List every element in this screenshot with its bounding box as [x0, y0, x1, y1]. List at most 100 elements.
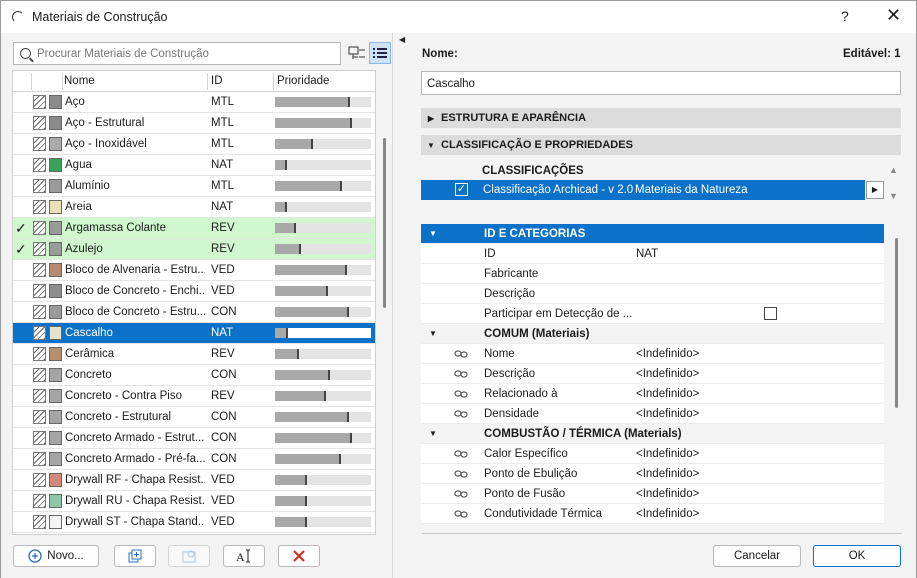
property-value[interactable]: <Indefinido>: [636, 448, 699, 460]
table-header: Nome ID Prioridade: [13, 71, 375, 92]
property-row[interactable]: Ponto de Fusão <Indefinido>: [421, 484, 884, 504]
property-value[interactable]: <Indefinido>: [636, 488, 699, 500]
property-value[interactable]: <Indefinido>: [636, 408, 699, 420]
import-button[interactable]: [168, 545, 210, 567]
tree-view-button[interactable]: [346, 42, 368, 64]
table-row[interactable]: Concreto Armado - Estrut... CON: [13, 428, 375, 449]
property-group-common[interactable]: ▼ COMUM (Materiais): [421, 324, 884, 344]
priority-bar[interactable]: [275, 181, 371, 191]
table-row[interactable]: Drywall RU - Chapa Resist... VED: [13, 491, 375, 512]
table-row[interactable]: ✓ Argamassa Colante REV: [13, 218, 375, 239]
property-row[interactable]: Nome <Indefinido>: [421, 344, 884, 364]
priority-bar[interactable]: [275, 118, 371, 128]
rename-button[interactable]: A: [223, 545, 265, 567]
table-row[interactable]: Drywall ST - Chapa Stand... VED: [13, 512, 375, 533]
priority-bar[interactable]: [275, 517, 371, 527]
priority-bar[interactable]: [275, 412, 371, 422]
properties-scrollbar[interactable]: [895, 238, 898, 408]
classification-picker-button[interactable]: ▶: [866, 181, 884, 199]
property-row[interactable]: ID NAT: [421, 244, 884, 264]
table-row[interactable]: Areia NAT: [13, 197, 375, 218]
property-value[interactable]: <Indefinido>: [636, 468, 699, 480]
property-row[interactable]: Condutividade Térmica <Indefinido>: [421, 504, 884, 524]
priority-bar[interactable]: [275, 160, 371, 170]
help-button[interactable]: ?: [841, 8, 849, 24]
table-row[interactable]: Concreto CON: [13, 365, 375, 386]
material-name: Alumínio: [65, 180, 110, 192]
priority-bar[interactable]: [275, 139, 371, 149]
scroll-down-icon[interactable]: ▼: [889, 191, 898, 201]
priority-bar[interactable]: [275, 433, 371, 443]
table-row[interactable]: Cerâmica REV: [13, 344, 375, 365]
table-row[interactable]: Aço - Inoxidável MTL: [13, 134, 375, 155]
priority-bar[interactable]: [275, 244, 371, 254]
property-value[interactable]: NAT: [636, 248, 658, 260]
search-input[interactable]: [37, 47, 327, 60]
section-classification-properties[interactable]: ▼ CLASSIFICAÇÃO E PROPRIEDADES: [421, 135, 901, 155]
duplicate-button[interactable]: [114, 545, 156, 567]
property-row[interactable]: Participar em Detecção de ...: [421, 304, 884, 324]
priority-bar[interactable]: [275, 496, 371, 506]
section-title: ESTRUTURA E APARÊNCIA: [441, 112, 587, 124]
property-value[interactable]: <Indefinido>: [636, 388, 699, 400]
table-row[interactable]: Aço - Estrutural MTL: [13, 113, 375, 134]
table-row[interactable]: Água NAT: [13, 155, 375, 176]
property-row[interactable]: Descrição: [421, 284, 884, 304]
property-row[interactable]: Densidade <Indefinido>: [421, 404, 884, 424]
table-row[interactable]: Aço MTL: [13, 92, 375, 113]
delete-button[interactable]: [278, 545, 320, 567]
material-name-field[interactable]: Cascalho: [421, 71, 901, 95]
property-row[interactable]: Calor Específico <Indefinido>: [421, 444, 884, 464]
property-value[interactable]: <Indefinido>: [636, 348, 699, 360]
table-row[interactable]: Cascalho NAT: [13, 323, 375, 344]
priority-bar[interactable]: [275, 370, 371, 380]
classification-row[interactable]: ✓ Classificação Archicad - v 2.0 Materia…: [421, 180, 865, 200]
ok-button[interactable]: OK: [813, 545, 901, 567]
collapse-arrow-icon[interactable]: ◀: [399, 35, 405, 44]
table-row[interactable]: Concreto - Estrutural CON: [13, 407, 375, 428]
classification-checkbox[interactable]: ✓: [455, 183, 468, 196]
property-row[interactable]: Fabricante: [421, 264, 884, 284]
property-value[interactable]: <Indefinido>: [636, 508, 699, 520]
priority-bar[interactable]: [275, 97, 371, 107]
column-header-name[interactable]: Nome: [64, 75, 95, 87]
panel-splitter[interactable]: ◀: [392, 33, 406, 578]
priority-bar[interactable]: [275, 202, 371, 212]
search-box[interactable]: [13, 42, 341, 65]
table-row[interactable]: Bloco de Alvenaria - Estru... VED: [13, 260, 375, 281]
cancel-button[interactable]: Cancelar: [713, 545, 801, 567]
table-row[interactable]: Concreto Armado - Pré-fa... CON: [13, 449, 375, 470]
new-material-button[interactable]: Novo...: [13, 545, 99, 567]
table-row[interactable]: Concreto - Contra Piso REV: [13, 386, 375, 407]
column-header-id[interactable]: ID: [211, 75, 223, 87]
property-value[interactable]: <Indefinido>: [636, 368, 699, 380]
list-view-button[interactable]: [369, 42, 391, 64]
table-row[interactable]: Bloco de Concreto - Enchi... VED: [13, 281, 375, 302]
priority-bar[interactable]: [275, 307, 371, 317]
priority-bar[interactable]: [275, 265, 371, 275]
property-group-id[interactable]: ▼ ID E CATEGORIAS: [421, 224, 884, 244]
table-row[interactable]: ✓ Azulejo REV: [13, 239, 375, 260]
list-scrollbar[interactable]: [383, 138, 386, 308]
property-group-thermal[interactable]: ▼ COMBUSTÃO / TÉRMICA (Materials): [421, 424, 884, 444]
column-header-priority[interactable]: Prioridade: [277, 75, 329, 87]
table-row[interactable]: Alumínio MTL: [13, 176, 375, 197]
section-structure-appearance[interactable]: ▶ ESTRUTURA E APARÊNCIA: [421, 108, 901, 128]
property-row[interactable]: Relacionado à <Indefinido>: [421, 384, 884, 404]
priority-bar[interactable]: [275, 349, 371, 359]
scroll-up-icon[interactable]: ▲: [889, 165, 898, 175]
participate-checkbox[interactable]: [764, 307, 777, 320]
table-row[interactable]: Drywall RF - Chapa Resist... VED: [13, 470, 375, 491]
property-row[interactable]: Ponto de Ebulição <Indefinido>: [421, 464, 884, 484]
close-button[interactable]: ✕: [886, 5, 901, 26]
priority-bar[interactable]: [275, 223, 371, 233]
table-row[interactable]: Bloco de Concreto - Estru... CON: [13, 302, 375, 323]
material-color-swatch: [49, 95, 62, 109]
collapse-arrow-icon: ▼: [429, 229, 437, 238]
priority-bar[interactable]: [275, 454, 371, 464]
priority-bar[interactable]: [275, 391, 371, 401]
priority-bar[interactable]: [275, 475, 371, 485]
priority-bar[interactable]: [275, 328, 371, 338]
priority-bar[interactable]: [275, 286, 371, 296]
property-row[interactable]: Descrição <Indefinido>: [421, 364, 884, 384]
